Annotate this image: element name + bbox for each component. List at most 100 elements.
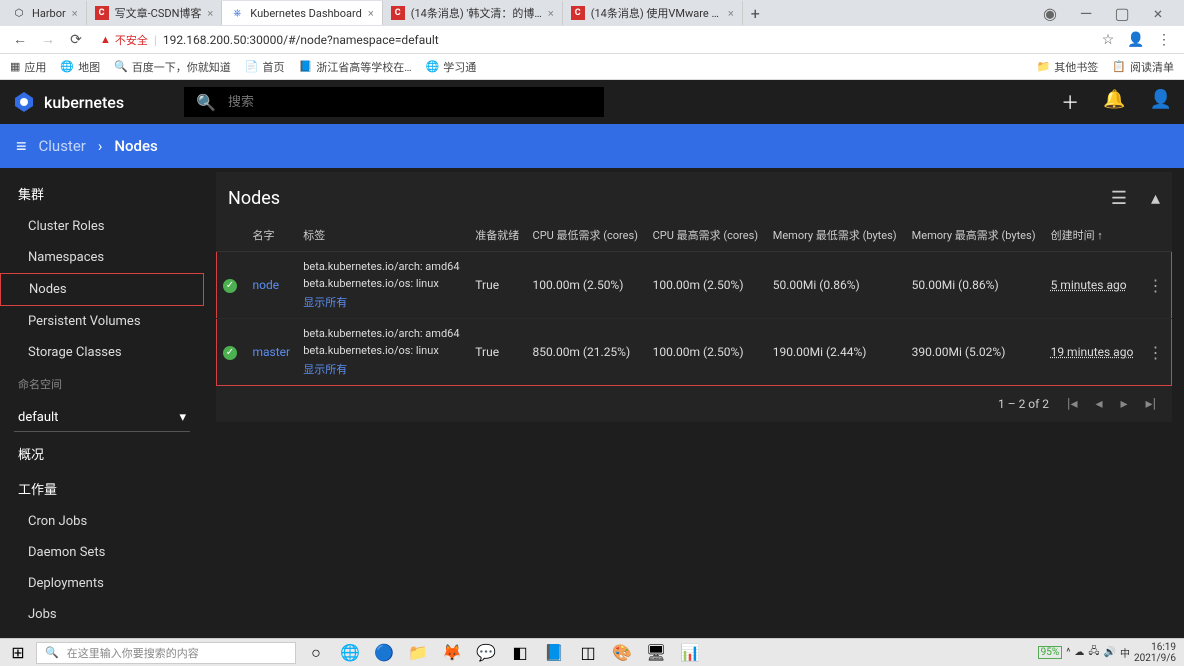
wechat-icon[interactable]: 💬 [472, 641, 500, 665]
sidebar-item-namespaces[interactable]: Namespaces [0, 242, 204, 273]
label-chip: beta.kubernetes.io/os: linux [303, 277, 463, 290]
col-created[interactable]: 创建时间 ↑ [1045, 219, 1142, 252]
star-icon[interactable]: ☆ [1098, 32, 1118, 48]
card-title: Nodes [228, 188, 1111, 209]
filter-icon[interactable]: ☰ [1111, 188, 1127, 209]
bookmark[interactable]: 📄 首页 [245, 59, 285, 75]
col-mem-req[interactable]: Memory 最低需求 (bytes) [767, 219, 906, 252]
sidebar-item-storage-classes[interactable]: Storage Classes [0, 337, 204, 368]
address-bar[interactable]: ▲ 不安全 | 192.168.200.50:30000/#/node?name… [94, 32, 1090, 48]
notifications-icon[interactable]: 🔔 [1103, 89, 1125, 115]
sidebar-item-nodes[interactable]: Nodes [0, 273, 204, 306]
firefox-icon[interactable]: 🦊 [438, 641, 466, 665]
reload-button[interactable]: ⟳ [66, 32, 86, 48]
vmware-icon[interactable]: 🖥 [642, 641, 670, 665]
table-row[interactable]: ✓ node beta.kubernetes.io/arch: amd64 be… [217, 252, 1172, 319]
apps-button[interactable]: ▦ 应用 [10, 59, 46, 75]
node-link[interactable]: master [253, 345, 291, 359]
col-name[interactable]: 名字 [247, 219, 298, 252]
app-icon[interactable]: 📊 [676, 641, 704, 665]
bookmark[interactable]: 🌐 学习通 [426, 59, 477, 75]
close-icon[interactable]: × [548, 7, 554, 20]
close-window-button[interactable]: × [1144, 4, 1172, 23]
forward-button[interactable]: → [38, 31, 58, 48]
sidebar-section-overview[interactable]: 概况 [0, 436, 204, 471]
cell-ready: True [469, 252, 526, 319]
app-icon[interactable]: ◫ [574, 641, 602, 665]
search-box[interactable]: 🔍 [184, 87, 604, 117]
back-button[interactable]: ← [10, 31, 30, 48]
tray-expand-icon[interactable]: ^ [1066, 647, 1070, 658]
chrome-icon[interactable]: 🔵 [370, 641, 398, 665]
onedrive-icon[interactable]: ☁ [1074, 647, 1084, 658]
cortana-icon[interactable]: ○ [302, 641, 330, 665]
battery-icon[interactable]: 95% [1038, 646, 1063, 659]
close-icon[interactable]: × [728, 7, 734, 20]
new-tab-button[interactable]: + [743, 4, 768, 23]
sidebar-item-cronjobs[interactable]: Cron Jobs [0, 506, 204, 537]
col-labels[interactable]: 标签 [297, 219, 469, 252]
explorer-icon[interactable]: 📁 [404, 641, 432, 665]
record-icon[interactable]: ◉ [1036, 4, 1064, 23]
word-icon[interactable]: 📘 [540, 641, 568, 665]
browser-tab[interactable]: ⬡ Harbor × [4, 1, 87, 25]
account-icon[interactable]: 👤 [1150, 89, 1172, 115]
row-menu-icon[interactable]: ⋮ [1148, 343, 1164, 362]
sidebar-item-daemonsets[interactable]: Daemon Sets [0, 537, 204, 568]
sidebar-item-persistent-volumes[interactable]: Persistent Volumes [0, 306, 204, 337]
bookmark[interactable]: 📘 浙江省高等学校在… [299, 59, 412, 75]
browser-tab[interactable]: C (14条消息) '韩文清：的博客_CS × [383, 1, 563, 25]
other-bookmarks[interactable]: 📁 其他书签 [1037, 59, 1099, 75]
maximize-button[interactable]: ▢ [1108, 4, 1136, 23]
prev-page-button[interactable]: ◂ [1095, 396, 1102, 412]
namespace-select[interactable]: default▾ [14, 404, 190, 432]
breadcrumb: ≡ Cluster › Nodes [0, 124, 1184, 168]
col-cpu-lim[interactable]: CPU 最高需求 (cores) [647, 219, 767, 252]
browser-tab[interactable]: C (14条消息) 使用VMware Works × [563, 1, 743, 25]
sidebar-item-deployments[interactable]: Deployments [0, 568, 204, 599]
label-chip: beta.kubernetes.io/os: linux [303, 344, 463, 357]
start-button[interactable]: ⊞ [0, 643, 36, 662]
col-cpu-req[interactable]: CPU 最低需求 (cores) [527, 219, 647, 252]
kubernetes-logo[interactable]: kubernetes [12, 90, 124, 114]
chevron-down-icon: ▾ [179, 410, 186, 425]
menu-toggle[interactable]: ≡ [16, 136, 27, 157]
node-link[interactable]: node [253, 278, 280, 292]
last-page-button[interactable]: ▸| [1146, 396, 1156, 412]
edge-icon[interactable]: 🌐 [336, 641, 364, 665]
browser-tab[interactable]: C 写文章-CSDN博客 × [87, 1, 223, 25]
show-all-link[interactable]: 显示所有 [303, 294, 463, 310]
menu-icon[interactable]: ⋮ [1154, 32, 1174, 48]
collapse-icon[interactable]: ▴ [1151, 188, 1160, 209]
close-icon[interactable]: × [207, 7, 213, 20]
col-mem-lim[interactable]: Memory 最高需求 (bytes) [906, 219, 1045, 252]
show-all-link[interactable]: 显示所有 [303, 361, 463, 377]
network-icon[interactable]: 🖧 [1088, 644, 1099, 661]
create-button[interactable]: ＋ [1061, 89, 1079, 115]
volume-icon[interactable]: 🔊 [1104, 647, 1116, 658]
reading-list[interactable]: 📋 阅读清单 [1112, 59, 1174, 75]
close-icon[interactable]: × [368, 7, 374, 20]
profile-icon[interactable]: 👤 [1126, 32, 1146, 48]
system-tray[interactable]: 95% ^ ☁ 🖧 🔊 中 16:19 2021/9/6 [1030, 642, 1184, 664]
col-ready[interactable]: 准备就绪 [469, 219, 526, 252]
dev-icon[interactable]: ◧ [506, 641, 534, 665]
browser-tab-active[interactable]: ⎈ Kubernetes Dashboard × [222, 1, 382, 25]
row-menu-icon[interactable]: ⋮ [1148, 276, 1164, 295]
search-input[interactable] [228, 95, 592, 110]
close-icon[interactable]: × [72, 7, 78, 20]
bookmark[interactable]: 🌐 地图 [60, 59, 100, 75]
breadcrumb-cluster[interactable]: Cluster [39, 137, 86, 155]
sidebar-item-cluster-roles[interactable]: Cluster Roles [0, 211, 204, 242]
sidebar-item-pods[interactable]: Pods [0, 630, 204, 638]
next-page-button[interactable]: ▸ [1121, 396, 1128, 412]
minimize-button[interactable]: — [1072, 4, 1100, 23]
browser-toolbar: ← → ⟳ ▲ 不安全 | 192.168.200.50:30000/#/nod… [0, 26, 1184, 54]
bookmark[interactable]: 🔍 百度一下，你就知道 [114, 59, 231, 75]
taskbar-search[interactable]: 🔍 在这里输入你要搜索的内容 [36, 642, 296, 664]
sidebar-item-jobs[interactable]: Jobs [0, 599, 204, 630]
table-row[interactable]: ✓ master beta.kubernetes.io/arch: amd64 … [217, 319, 1172, 386]
first-page-button[interactable]: |◂ [1067, 396, 1077, 412]
ime-icon[interactable]: 中 [1120, 645, 1130, 660]
app-icon[interactable]: 🎨 [608, 641, 636, 665]
